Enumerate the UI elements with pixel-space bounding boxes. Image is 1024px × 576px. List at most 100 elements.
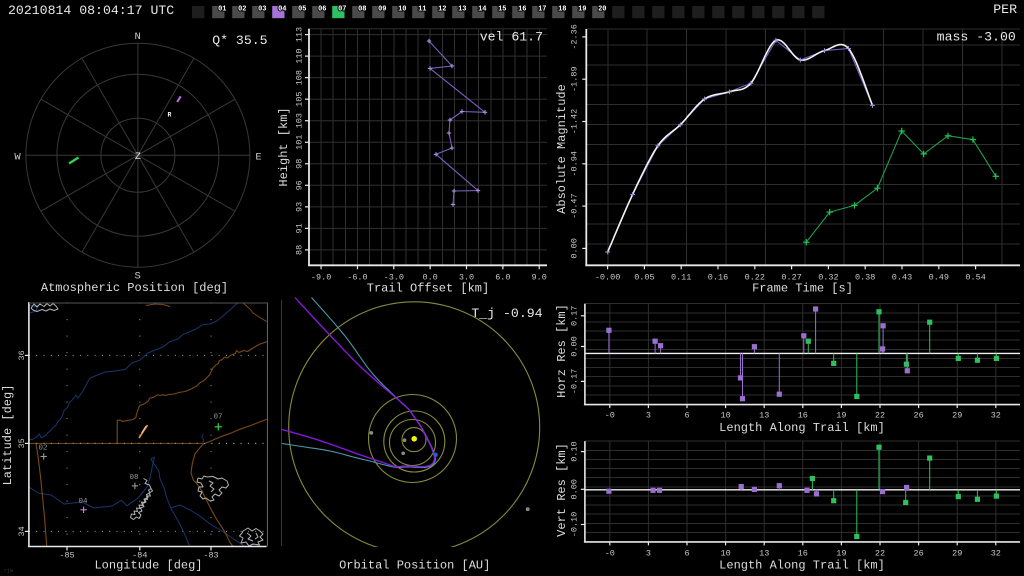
svg-text:-0.47: -0.47 (570, 193, 580, 219)
svg-text:17: 17 (538, 6, 546, 14)
svg-text:Height [km]: Height [km] (277, 107, 291, 186)
svg-text:16: 16 (798, 549, 808, 559)
svg-text:Latitude [deg]: Latitude [deg] (1, 385, 15, 486)
svg-text:-6.0: -6.0 (347, 273, 367, 283)
svg-text:-85: -85 (59, 551, 74, 561)
svg-text:93: 93 (295, 202, 305, 212)
svg-text:29: 29 (952, 411, 962, 421)
svg-text:02: 02 (238, 6, 246, 14)
svg-text:14: 14 (478, 6, 486, 14)
svg-text:13: 13 (759, 549, 769, 559)
svg-text:103: 103 (295, 113, 305, 128)
svg-text:108: 108 (295, 70, 305, 85)
svg-text:PER: PER (993, 2, 1017, 17)
svg-text:Q* 35.5: Q* 35.5 (212, 33, 267, 48)
svg-text:-0.10: -0.10 (570, 512, 580, 538)
svg-text:3: 3 (646, 549, 651, 559)
svg-text:0.11: 0.11 (671, 273, 691, 283)
svg-text:0.16: 0.16 (708, 273, 728, 283)
svg-text:10: 10 (720, 411, 730, 421)
svg-text:-1.42: -1.42 (570, 109, 580, 135)
svg-text:Longitude [deg]: Longitude [deg] (94, 559, 202, 573)
svg-text:Atmospheric Position [deg]: Atmospheric Position [deg] (41, 281, 228, 295)
svg-text:0.00: 0.00 (570, 238, 580, 258)
svg-text:0.49: 0.49 (929, 273, 949, 283)
svg-text:02: 02 (38, 445, 47, 453)
svg-text:-0: -0 (605, 411, 615, 421)
svg-text:34: 34 (17, 526, 27, 536)
svg-text:36: 36 (17, 350, 27, 360)
svg-text:Orbital Position [AU]: Orbital Position [AU] (339, 559, 490, 573)
svg-text:29: 29 (952, 549, 962, 559)
svg-text:18: 18 (558, 6, 566, 14)
svg-text:-1.89: -1.89 (570, 66, 580, 92)
svg-text:Absolute Magnitude: Absolute Magnitude (555, 84, 569, 214)
svg-text:0.17: 0.17 (570, 306, 580, 326)
svg-text:26: 26 (913, 411, 923, 421)
svg-text:rjw: rjw (4, 568, 13, 574)
svg-text:Length Along Trail [km]: Length Along Trail [km] (719, 421, 885, 435)
svg-text:22: 22 (875, 549, 885, 559)
svg-text:07: 07 (213, 414, 222, 422)
svg-text:105: 105 (295, 92, 305, 107)
svg-text:10: 10 (398, 6, 406, 14)
svg-text:Horz Res [km]: Horz Res [km] (555, 304, 569, 398)
svg-text:19: 19 (578, 6, 586, 14)
svg-text:vel 61.7: vel 61.7 (480, 30, 543, 45)
svg-text:15: 15 (498, 6, 506, 14)
svg-text:03: 03 (258, 6, 266, 14)
svg-text:110: 110 (295, 48, 305, 63)
svg-text:08: 08 (358, 6, 366, 14)
svg-text:07: 07 (338, 6, 346, 14)
svg-text:0.00: 0.00 (570, 479, 580, 499)
svg-text:-0.00: -0.00 (595, 273, 621, 283)
svg-text:22: 22 (875, 411, 885, 421)
svg-text:26: 26 (913, 549, 923, 559)
svg-text:10: 10 (720, 549, 730, 559)
svg-text:mass -3.00: mass -3.00 (937, 30, 1016, 45)
svg-text:06: 06 (318, 6, 326, 14)
svg-text:16: 16 (518, 6, 526, 14)
svg-text:13: 13 (458, 6, 466, 14)
svg-text:0.10: 0.10 (570, 441, 580, 461)
svg-text:0.00: 0.00 (570, 336, 580, 356)
svg-text:E: E (255, 151, 261, 163)
svg-text:0.43: 0.43 (892, 273, 912, 283)
svg-text:-2.36: -2.36 (570, 24, 580, 50)
svg-text:3: 3 (646, 411, 651, 421)
svg-text:-9.0: -9.0 (311, 273, 331, 283)
svg-text:Frame Time [s]: Frame Time [s] (752, 282, 853, 296)
svg-text:-83: -83 (203, 551, 218, 561)
svg-text:08: 08 (129, 474, 138, 482)
svg-text:11: 11 (418, 6, 426, 14)
svg-text:09: 09 (378, 6, 386, 14)
svg-text:Z: Z (135, 152, 141, 163)
svg-text:04: 04 (78, 498, 88, 506)
svg-text:113: 113 (295, 27, 305, 42)
svg-text:91: 91 (295, 223, 305, 233)
svg-text:R: R (168, 112, 172, 119)
svg-text:N: N (135, 31, 141, 43)
svg-text:04: 04 (278, 6, 286, 14)
svg-text:16: 16 (798, 411, 808, 421)
svg-text:19: 19 (836, 549, 846, 559)
svg-text:19: 19 (836, 411, 846, 421)
svg-text:-0.17: -0.17 (570, 369, 580, 395)
svg-text:9.0: 9.0 (532, 273, 547, 283)
svg-text:6.0: 6.0 (495, 273, 510, 283)
svg-text:05: 05 (298, 6, 306, 14)
svg-text:20: 20 (598, 6, 606, 14)
svg-text:Vert Res [km]: Vert Res [km] (555, 443, 569, 537)
svg-text:32: 32 (991, 549, 1001, 559)
svg-text:12: 12 (438, 6, 446, 14)
svg-text:-0.94: -0.94 (570, 151, 580, 177)
svg-text:96: 96 (295, 180, 305, 190)
svg-text:0.54: 0.54 (965, 273, 985, 283)
svg-text:98: 98 (295, 159, 305, 169)
svg-text:6: 6 (684, 549, 689, 559)
svg-text:20210814 08:04:17 UTC: 20210814 08:04:17 UTC (8, 3, 174, 18)
svg-text:6: 6 (684, 411, 689, 421)
svg-text:88: 88 (295, 245, 305, 255)
svg-text:13: 13 (759, 411, 769, 421)
svg-text:Length Along Trail [km]: Length Along Trail [km] (719, 559, 885, 573)
